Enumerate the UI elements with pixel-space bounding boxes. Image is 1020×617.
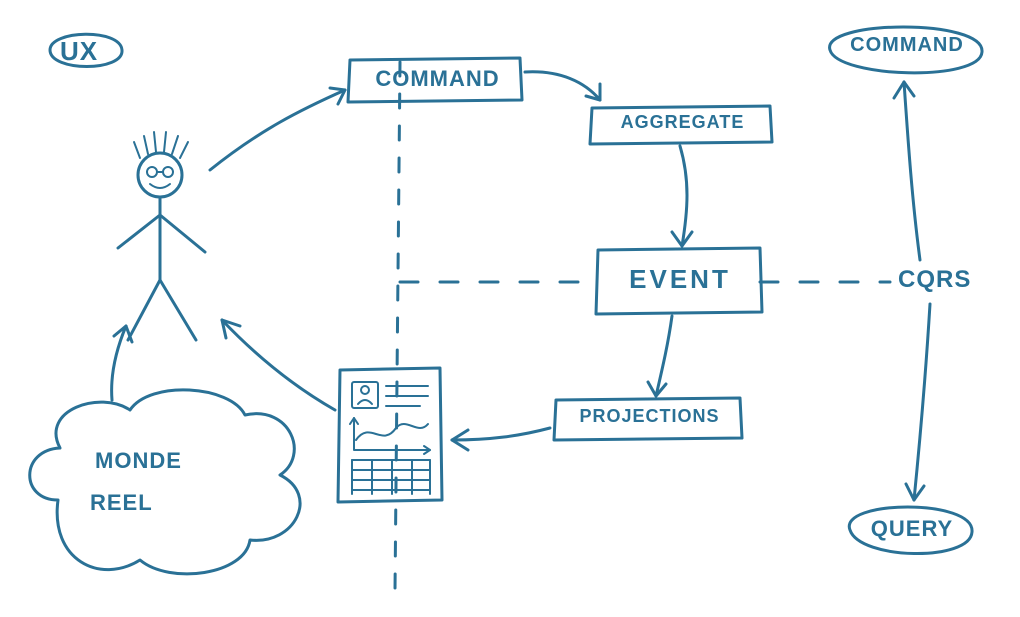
command-label: COMMAND [360, 66, 515, 92]
user-icon [118, 132, 205, 340]
right-command-label: COMMAND [842, 34, 972, 57]
cloud-line2: REEL [90, 490, 153, 516]
arrow-cqrs-to-query [914, 304, 930, 500]
arrow-event-to-projections [656, 316, 672, 396]
event-label: EVENT [605, 264, 755, 295]
real-world-cloud [30, 390, 300, 574]
aggregate-label: AGGREGATE [600, 112, 765, 133]
vertical-divider [395, 62, 400, 590]
arrow-report-to-user [222, 320, 335, 410]
right-query-label: QUERY [862, 516, 962, 542]
report-icon [338, 368, 442, 502]
diagram-stage: { "badge": { "ux": "UX" }, "nodes": { "c… [0, 0, 1020, 617]
projections-label: PROJECTIONS [562, 406, 737, 427]
ux-badge: UX [60, 36, 98, 67]
arrow-user-to-command [210, 90, 345, 170]
cqrs-label: CQRS [898, 266, 971, 294]
cloud-line1: MONDE [95, 448, 182, 474]
arrow-aggregate-to-event [680, 146, 687, 246]
arrow-cqrs-to-command [904, 82, 920, 260]
